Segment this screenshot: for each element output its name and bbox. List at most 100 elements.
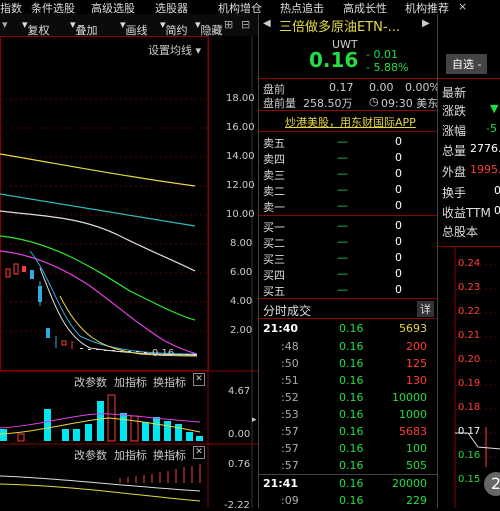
close-icon[interactable]: × (458, 0, 467, 13)
bid-volume: 0 (395, 251, 402, 264)
macd-axis-label: -2.22 (224, 500, 250, 511)
trade-time: :50 (281, 357, 299, 370)
trade-price: 0.16 (339, 477, 364, 490)
prev-stock-icon[interactable]: ◀ (263, 18, 271, 29)
macd-add-indicator-button[interactable]: 加指标 (114, 447, 147, 463)
bid-label: 买四 (263, 269, 285, 282)
trade-volume-down: 125 (406, 357, 427, 370)
trades-detail-button[interactable]: 详 (417, 301, 434, 317)
info-value: 0 (494, 184, 500, 197)
trade-price: 0.16 (339, 459, 364, 472)
price-axis-label: 6.00 (230, 267, 253, 278)
volume-switch-indicator-button[interactable]: 换指标 (153, 374, 186, 390)
ask-volume: 0 (395, 183, 402, 196)
intraday-axis-label: 0.22 (458, 306, 481, 317)
ask-label: 卖三 (263, 169, 285, 182)
intraday-axis-label: 0.18 (458, 402, 481, 413)
bid-volume: 0 (395, 283, 402, 296)
info-label: 换手 (442, 186, 467, 200)
trade-time: 21:40 (263, 322, 299, 335)
price-change: - 0.01 (366, 48, 398, 61)
zoom-in-icon[interactable]: ⊞ (224, 18, 233, 31)
info-label: 涨幅 (442, 124, 467, 138)
pre-market-vol-label: 盘前量 (263, 97, 296, 110)
macd-close-icon[interactable]: ✕ (193, 446, 205, 459)
ask-label: 卖四 (263, 153, 285, 166)
trade-time: :52 (281, 391, 299, 404)
bid-price: — (337, 283, 348, 296)
bid-price: — (337, 251, 348, 264)
trade-price: 0.16 (339, 494, 364, 507)
ask-volume: 0 (395, 135, 402, 148)
macd-switch-indicator-button[interactable]: 换指标 (153, 447, 186, 463)
trade-time: :57 (281, 442, 299, 455)
trade-volume-up: 10000 (392, 391, 427, 404)
info-value: 2776. (470, 142, 500, 155)
kline-chart-svg (0, 36, 258, 508)
kline-chart-panel: 设置均线 ▾ 18.00 16.00 14.00 12.00 10.00 8.0… (0, 36, 258, 511)
toolbar-dropdown-arrow-icon[interactable]: ▾ (2, 18, 8, 31)
bid-label: 买三 (263, 253, 285, 266)
toolbar-hide-button[interactable]: ▾ 隐藏 (195, 18, 223, 37)
info-value: 0 (494, 204, 500, 217)
macd-line-yellow (0, 483, 201, 502)
intraday-axis-label: 0.23 (458, 282, 481, 293)
add-watchlist-button[interactable]: 自选 - (446, 54, 488, 74)
ma-line-green (0, 235, 196, 321)
info-label: 收益TTM (442, 206, 491, 220)
volume-close-icon[interactable]: ✕ (193, 373, 205, 386)
clock-icon: ◷ (369, 95, 379, 108)
toolbar-overlay-button[interactable]: ▾ 叠加 (70, 18, 98, 37)
ask-price: — (337, 199, 348, 212)
pre-market-vol: 258.50万 (303, 97, 353, 110)
price-axis-label: 16.00 (226, 122, 255, 133)
intraday-axis-label: 0.19 (458, 378, 481, 389)
next-stock-icon[interactable]: ▶ (422, 18, 430, 29)
price-axis-label: 2.00 (230, 325, 253, 336)
bid-price: — (337, 219, 348, 232)
trade-time: :48 (281, 340, 299, 353)
intraday-axis-label: 0.20 (458, 354, 481, 365)
price-axis-label: 18.00 (226, 93, 255, 104)
trade-time: 21:41 (263, 477, 299, 490)
macd-change-params-button[interactable]: 改参数 (74, 447, 107, 463)
toolbar-simple-button[interactable]: ▾ 简约 (160, 18, 188, 37)
trade-price: 0.16 (339, 408, 364, 421)
volume-axis-label: 4.67 (228, 386, 251, 397)
trade-volume-up: 100 (406, 442, 427, 455)
trade-price: 0.16 (339, 391, 364, 404)
pre-market-price: 0.17 (329, 81, 354, 94)
bid-volume: 0 (395, 235, 402, 248)
toolbar-draw-button[interactable]: ▾ 画线 (120, 18, 148, 37)
ask-volume: 0 (395, 199, 402, 212)
set-ma-button[interactable]: 设置均线 ▾ (148, 42, 201, 58)
chart-toolbar: ▾ ▾ 复权 ▾ 叠加 ▾ 画线 ▾ 简约 ▾ 隐藏 ⊞ ⊟ (0, 14, 258, 37)
trade-volume-up: 1000 (399, 408, 427, 421)
intraday-axis-label: 0.15 (458, 474, 481, 485)
menu-bar: 指数 条件选股 高级选股 选股器 机构增仓 热点追击 高成长性 机构推荐 × (0, 0, 500, 15)
ask-label: 卖五 (263, 137, 285, 150)
ask-label: 卖二 (263, 185, 285, 198)
market-time: 09:30 美东 (381, 97, 439, 110)
stock-name: 三倍做多原油ETN-... (279, 20, 400, 35)
macd-axis-label: 0.76 (228, 459, 251, 470)
bid-label: 买一 (263, 221, 285, 234)
info-label: 总股本 (442, 225, 479, 239)
ask-volume: 0 (395, 151, 402, 164)
trade-volume-up: 505 (406, 459, 427, 472)
price-axis-label: 8.00 (230, 238, 253, 249)
volume-add-indicator-button[interactable]: 加指标 (114, 374, 147, 390)
promo-link[interactable]: 炒港美股，用东财国际APP (285, 114, 416, 130)
macd-bars (119, 464, 201, 483)
intraday-axis-label: 0.17 (458, 426, 481, 437)
quote-panel: ◀ 三倍做多原油ETN-... ▶ UWT 0.16 - 0.01 - 5.88… (258, 14, 440, 508)
volume-change-params-button[interactable]: 改参数 (74, 374, 107, 390)
info-label: 外盘 (442, 165, 467, 179)
volume-bars (0, 394, 203, 442)
ma-line-magenta (0, 250, 198, 355)
toolbar-adjust-button[interactable]: ▾ 复权 (22, 18, 50, 37)
ask-price: — (337, 183, 348, 196)
right-info-panel: 自选 - 最新 涨跌 ▼ 涨幅 -5 总量 2776. 外盘 1995. 换手 … (437, 14, 500, 508)
zoom-out-icon[interactable]: ⊟ (241, 18, 250, 31)
ma-line-yellow (0, 153, 196, 187)
